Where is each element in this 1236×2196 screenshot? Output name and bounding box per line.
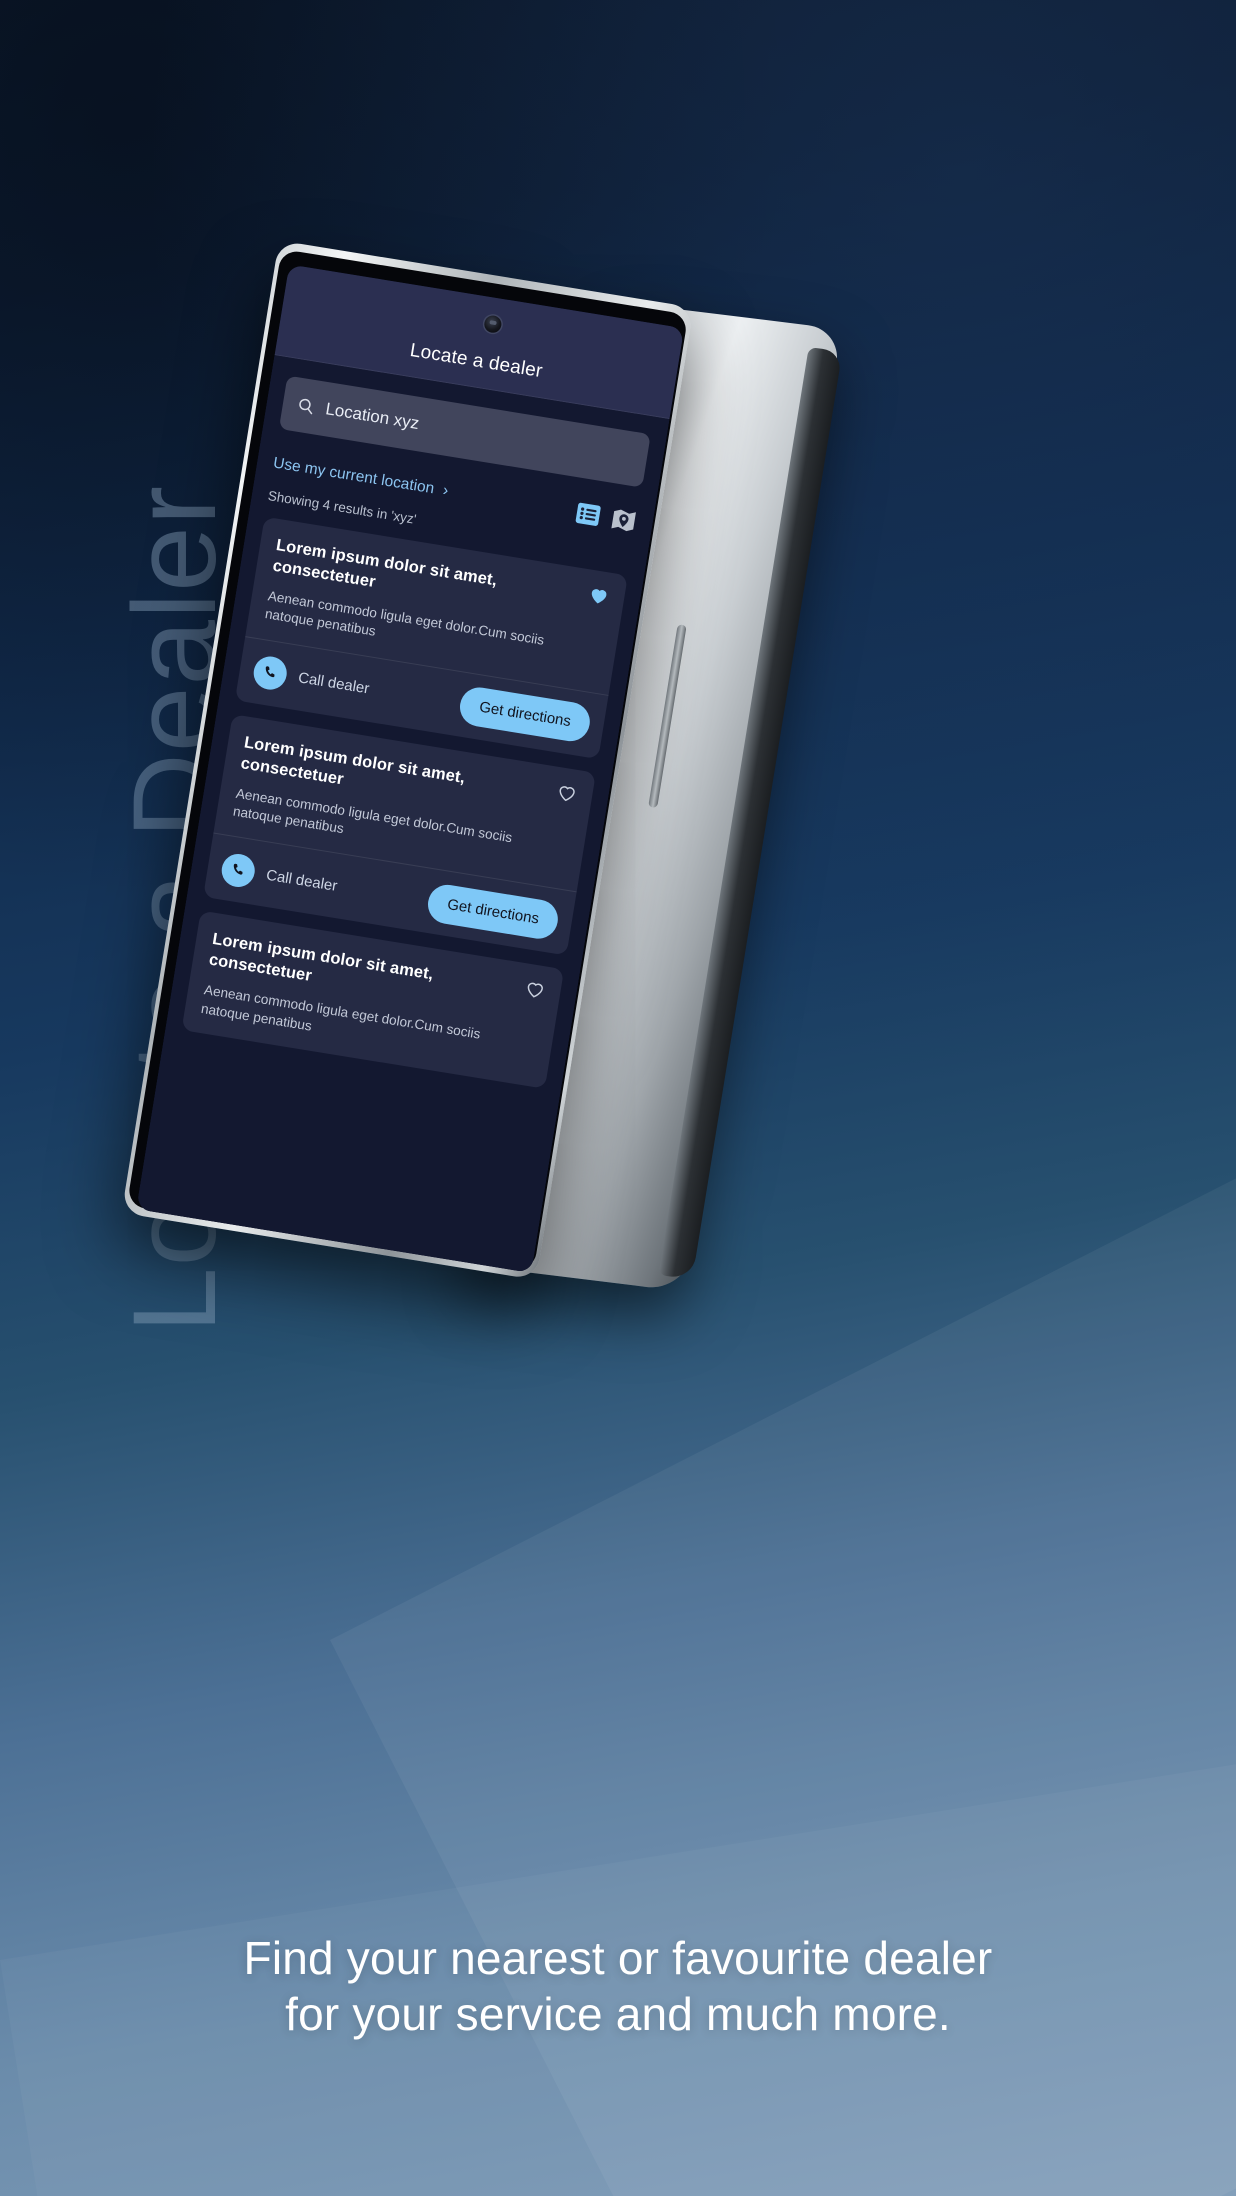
camera-lens-detail xyxy=(489,319,497,325)
page-title: Locate a dealer xyxy=(408,339,545,383)
chevron-right-icon: › xyxy=(441,481,450,500)
dealer-card[interactable]: Lorem ipsum dolor sit amet, consectetuer… xyxy=(203,713,596,956)
poster-caption: Find your nearest or favourite dealer fo… xyxy=(0,1930,1236,2042)
phone-icon xyxy=(265,666,275,678)
favourite-heart-icon-outline[interactable] xyxy=(523,978,547,1002)
call-dealer-button[interactable]: Call dealer xyxy=(251,654,371,705)
caption-line-2: for your service and much more. xyxy=(285,1988,951,2041)
phone-icon xyxy=(233,863,243,875)
favourite-heart-icon-filled[interactable] xyxy=(587,584,611,608)
get-directions-button[interactable]: Get directions xyxy=(425,881,561,942)
phone-icon-circle xyxy=(251,654,290,693)
call-dealer-label: Call dealer xyxy=(296,669,371,698)
list-view-icon[interactable] xyxy=(573,499,603,529)
phone-mockup: Locate a dealer Location xyz Use my curr… xyxy=(121,240,872,1313)
map-view-icon[interactable] xyxy=(609,505,639,535)
search-icon xyxy=(299,398,313,415)
call-dealer-button[interactable]: Call dealer xyxy=(219,851,339,902)
view-toggle-group xyxy=(573,499,638,535)
favourite-heart-icon-outline[interactable] xyxy=(555,781,579,805)
caption-line-1: Find your nearest or favourite dealer xyxy=(243,1932,993,1984)
get-directions-button[interactable]: Get directions xyxy=(457,684,593,745)
phone-icon-circle xyxy=(219,851,258,890)
call-dealer-label: Call dealer xyxy=(265,866,339,895)
poster-canvas: Locate a Dealer Locate a dealer xyxy=(0,0,1236,2196)
search-input-value: Location xyz xyxy=(324,399,421,434)
dealer-card[interactable]: Lorem ipsum dolor sit amet, consectetuer… xyxy=(234,516,628,759)
